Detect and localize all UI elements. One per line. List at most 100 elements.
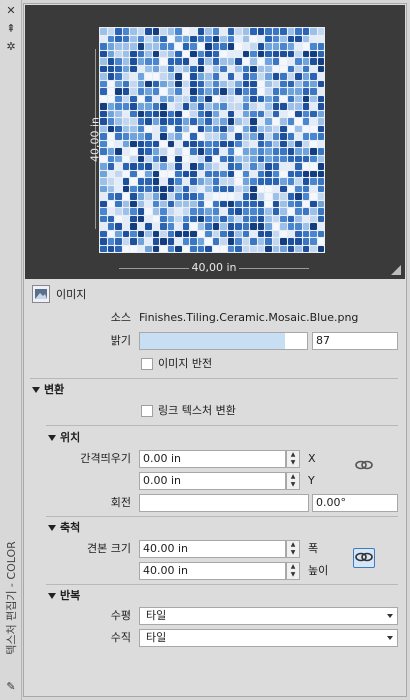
- mosaic-tile: [295, 58, 302, 65]
- mosaic-tile: [115, 35, 122, 42]
- rotation-input[interactable]: 0.00°: [312, 494, 398, 512]
- mosaic-tile: [100, 208, 107, 215]
- mosaic-tile: [212, 43, 219, 50]
- mosaic-tile: [145, 170, 152, 177]
- mosaic-tile: [257, 245, 264, 252]
- mosaic-tile: [220, 88, 227, 95]
- mosaic-tile: [235, 200, 242, 207]
- sample-width-input[interactable]: 40.00 in: [139, 540, 286, 558]
- mosaic-tile: [137, 65, 144, 72]
- divider: [46, 584, 398, 585]
- sample-height-spinner[interactable]: ▲ ▼: [286, 562, 300, 580]
- offset-x-input[interactable]: 0.00 in: [139, 450, 286, 468]
- position-section-header[interactable]: 위치: [48, 430, 80, 446]
- scale-section-header[interactable]: 축척: [48, 520, 80, 536]
- mosaic-tile: [265, 80, 272, 87]
- invert-image-checkbox[interactable]: [141, 358, 153, 370]
- mosaic-tile: [152, 58, 159, 65]
- mosaic-tile: [220, 50, 227, 57]
- mosaic-tile: [227, 95, 234, 102]
- sample-size-label: 견본 크기: [87, 542, 131, 555]
- mosaic-tile: [197, 28, 204, 35]
- offset-y-spinner[interactable]: ▲ ▼: [286, 472, 300, 490]
- mosaic-tile: [107, 28, 114, 35]
- mosaic-tile: [220, 35, 227, 42]
- mosaic-tile: [310, 155, 317, 162]
- mosaic-tile: [242, 223, 249, 230]
- mosaic-tile: [122, 140, 129, 147]
- mosaic-tile: [137, 110, 144, 117]
- mosaic-tile: [310, 223, 317, 230]
- horizontal-repeat-dropdown[interactable]: 타일: [139, 607, 398, 625]
- link-scale-icon[interactable]: [353, 548, 375, 568]
- rotation-slider[interactable]: [139, 494, 309, 512]
- mosaic-tile: [160, 223, 167, 230]
- mosaic-tile: [280, 230, 287, 237]
- mosaic-tile: [220, 163, 227, 170]
- mosaic-tile: [182, 148, 189, 155]
- mosaic-tile: [190, 88, 197, 95]
- pin-icon[interactable]: ⇞: [3, 22, 19, 36]
- mosaic-tile: [190, 50, 197, 57]
- link-texture-transform-checkbox[interactable]: [141, 405, 153, 417]
- mosaic-tile: [280, 245, 287, 252]
- mosaic-tile: [302, 230, 309, 237]
- mosaic-tile: [182, 193, 189, 200]
- mosaic-tile: [182, 208, 189, 215]
- mosaic-tile: [190, 230, 197, 237]
- mosaic-tile: [115, 125, 122, 132]
- mosaic-tile: [295, 125, 302, 132]
- mosaic-tile: [317, 43, 324, 50]
- mosaic-tile: [107, 58, 114, 65]
- mosaic-tile: [145, 73, 152, 80]
- mosaic-tile: [137, 230, 144, 237]
- mosaic-tile: [317, 118, 324, 125]
- mosaic-tile: [295, 185, 302, 192]
- image-thumbnail-icon[interactable]: [32, 285, 50, 303]
- resize-grip[interactable]: [391, 265, 401, 275]
- mosaic-tile: [310, 35, 317, 42]
- sample-width-spinner[interactable]: ▲ ▼: [286, 540, 300, 558]
- mosaic-tile: [107, 103, 114, 110]
- mosaic-tile: [205, 65, 212, 72]
- mosaic-tile: [137, 35, 144, 42]
- mosaic-tile: [167, 50, 174, 57]
- mosaic-tile: [212, 28, 219, 35]
- close-icon[interactable]: ✕: [3, 4, 19, 18]
- mosaic-tile: [272, 73, 279, 80]
- brightness-slider[interactable]: [139, 332, 308, 350]
- mosaic-tile: [197, 140, 204, 147]
- transform-section-header[interactable]: 변환: [32, 382, 64, 398]
- mosaic-tile: [295, 163, 302, 170]
- mosaic-tile: [115, 185, 122, 192]
- brightness-input[interactable]: 87: [312, 332, 398, 350]
- offset-y-input[interactable]: 0.00 in: [139, 472, 286, 490]
- offset-x-spinner[interactable]: ▲ ▼: [286, 450, 300, 468]
- mosaic-tile: [242, 178, 249, 185]
- mosaic-tile: [175, 43, 182, 50]
- mosaic-tile: [167, 223, 174, 230]
- link-texture-transform-label: 링크 텍스처 변환: [158, 404, 236, 417]
- mosaic-tile: [137, 215, 144, 222]
- mosaic-tile: [205, 80, 212, 87]
- mosaic-tile: [250, 133, 257, 140]
- mosaic-tile: [220, 103, 227, 110]
- mosaic-tile: [205, 43, 212, 50]
- mosaic-tile: [137, 88, 144, 95]
- mosaic-tile: [175, 125, 182, 132]
- mosaic-tile: [235, 110, 242, 117]
- texture-preview[interactable]: 40,00 in 40,00 in: [25, 5, 405, 279]
- collapse-triangle-icon: [48, 593, 56, 599]
- vertical-repeat-dropdown[interactable]: 타일: [139, 629, 398, 647]
- repeat-section-header[interactable]: 반복: [48, 588, 80, 604]
- link-offset-icon[interactable]: [353, 457, 375, 477]
- mosaic-tile: [242, 215, 249, 222]
- source-value[interactable]: Finishes.Tiling.Ceramic.Mosaic.Blue.png: [139, 308, 358, 328]
- mosaic-tile: [272, 88, 279, 95]
- mosaic-tile: [295, 65, 302, 72]
- mosaic-tile: [310, 73, 317, 80]
- sample-height-input[interactable]: 40.00 in: [139, 562, 286, 580]
- mosaic-tile: [145, 178, 152, 185]
- mosaic-tile: [145, 95, 152, 102]
- settings-icon[interactable]: ✲: [3, 40, 19, 54]
